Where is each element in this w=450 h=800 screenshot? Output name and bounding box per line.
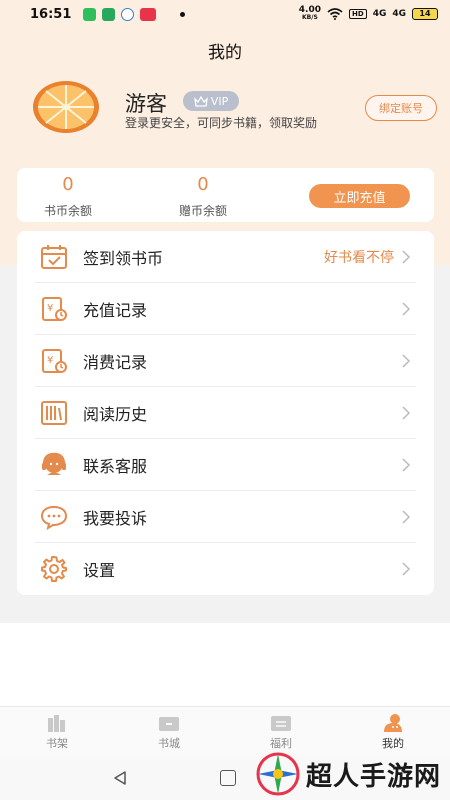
bind-account-button[interactable]: 绑定账号 <box>365 95 437 121</box>
signal-indicator-2: 4G <box>392 9 406 19</box>
chevron-right-icon <box>402 250 411 264</box>
vip-label: VIP <box>210 94 229 108</box>
hd-indicator: HD <box>349 9 367 19</box>
gear-icon <box>39 554 69 584</box>
svg-text:¥: ¥ <box>47 303 53 314</box>
profile-icon <box>381 713 405 733</box>
chevron-right-icon <box>402 354 411 368</box>
gift-balance[interactable]: 0 赠币余额 <box>158 174 248 219</box>
vip-badge: VIP <box>183 91 239 111</box>
menu-list: 签到领书币 好书看不停 ¥ 充值记录 ¥ 消费记录 阅读历史 联系客服 我要投诉… <box>17 231 434 595</box>
gift-balance-label: 赠币余额 <box>178 204 227 218</box>
bookshelf-icon <box>45 713 69 733</box>
watermark-logo-icon <box>256 752 300 796</box>
menu-item-complaint[interactable]: 我要投诉 <box>17 491 434 543</box>
tab-bookshelf[interactable]: 书架 <box>27 713 87 751</box>
gift-balance-value: 0 <box>197 174 209 195</box>
status-bar: 16:51 4.00 KB/S HD 4G 4G 14 <box>0 0 450 28</box>
menu-item-label: 联系客服 <box>83 457 148 476</box>
consumption-record-icon: ¥ <box>39 346 69 376</box>
coin-balance[interactable]: 0 书币余额 <box>23 174 113 219</box>
chevron-right-icon <box>402 458 411 472</box>
tab-label: 书城 <box>158 737 180 750</box>
tab-welfare[interactable]: 福利 <box>251 713 311 751</box>
phone-notification-icon <box>83 7 97 21</box>
app-badge-notification-icon <box>140 7 157 21</box>
menu-item-consumption-record[interactable]: ¥ 消费记录 <box>17 335 434 387</box>
bookstore-icon <box>157 713 181 733</box>
wifi-icon <box>327 8 343 20</box>
coin-balance-value: 0 <box>62 174 74 195</box>
tab-label: 书架 <box>46 737 68 750</box>
menu-item-recharge-record[interactable]: ¥ 充值记录 <box>17 283 434 335</box>
more-notifications-dot-icon <box>180 11 186 17</box>
menu-item-label: 设置 <box>83 561 116 580</box>
crown-icon <box>193 95 208 107</box>
menu-item-settings[interactable]: 设置 <box>17 543 434 595</box>
battery-icon: 14 <box>412 8 438 20</box>
menu-item-label: 消费记录 <box>83 353 148 372</box>
menu-item-sign-in[interactable]: 签到领书币 好书看不停 <box>17 231 434 283</box>
menu-item-label: 签到领书币 <box>83 249 164 268</box>
tab-mine[interactable]: 我的 <box>363 713 423 751</box>
network-speed: 4.00 KB/S <box>299 6 321 22</box>
chevron-right-icon <box>402 406 411 420</box>
status-time: 16:51 <box>30 6 72 22</box>
coin-balance-label: 书币余额 <box>43 204 92 218</box>
balance-card: 0 书币余额 0 赠币余额 立即充值 <box>17 168 434 222</box>
headset-icon <box>39 450 69 480</box>
profile-description: 登录更安全，可同步书籍，领取奖励 <box>125 116 318 130</box>
svg-text:¥: ¥ <box>47 355 53 366</box>
watermark-text: 超人手游网 <box>306 761 442 792</box>
recharge-now-button[interactable]: 立即充值 <box>309 184 410 208</box>
welfare-icon <box>269 713 293 733</box>
link-notification-icon <box>121 7 135 21</box>
chat-bubble-icon <box>39 502 69 532</box>
menu-item-reading-history[interactable]: 阅读历史 <box>17 387 434 439</box>
menu-item-label: 阅读历史 <box>83 405 148 424</box>
chevron-right-icon <box>402 302 411 316</box>
page-title: 我的 <box>208 43 242 63</box>
tab-bookstore[interactable]: 书城 <box>139 713 199 751</box>
chevron-right-icon <box>402 510 411 524</box>
status-indicators: 4.00 KB/S HD 4G 4G 14 <box>299 6 438 22</box>
calendar-icon <box>39 242 69 272</box>
menu-item-label: 充值记录 <box>83 301 148 320</box>
book-history-icon <box>39 398 69 428</box>
network-speed-unit: KB/S <box>302 14 318 21</box>
menu-item-customer-service[interactable]: 联系客服 <box>17 439 434 491</box>
app-notification-icon <box>102 7 116 21</box>
back-icon[interactable] <box>112 770 128 786</box>
menu-item-hint: 好书看不停 <box>324 250 394 266</box>
menu-item-label: 我要投诉 <box>83 509 148 528</box>
chevron-right-icon <box>402 562 411 576</box>
signal-indicator-1: 4G <box>372 9 387 19</box>
watermark: 超人手游网 <box>254 748 450 800</box>
orange-avatar-icon[interactable] <box>32 80 100 134</box>
recharge-record-icon: ¥ <box>39 294 69 324</box>
home-icon[interactable] <box>220 770 236 786</box>
